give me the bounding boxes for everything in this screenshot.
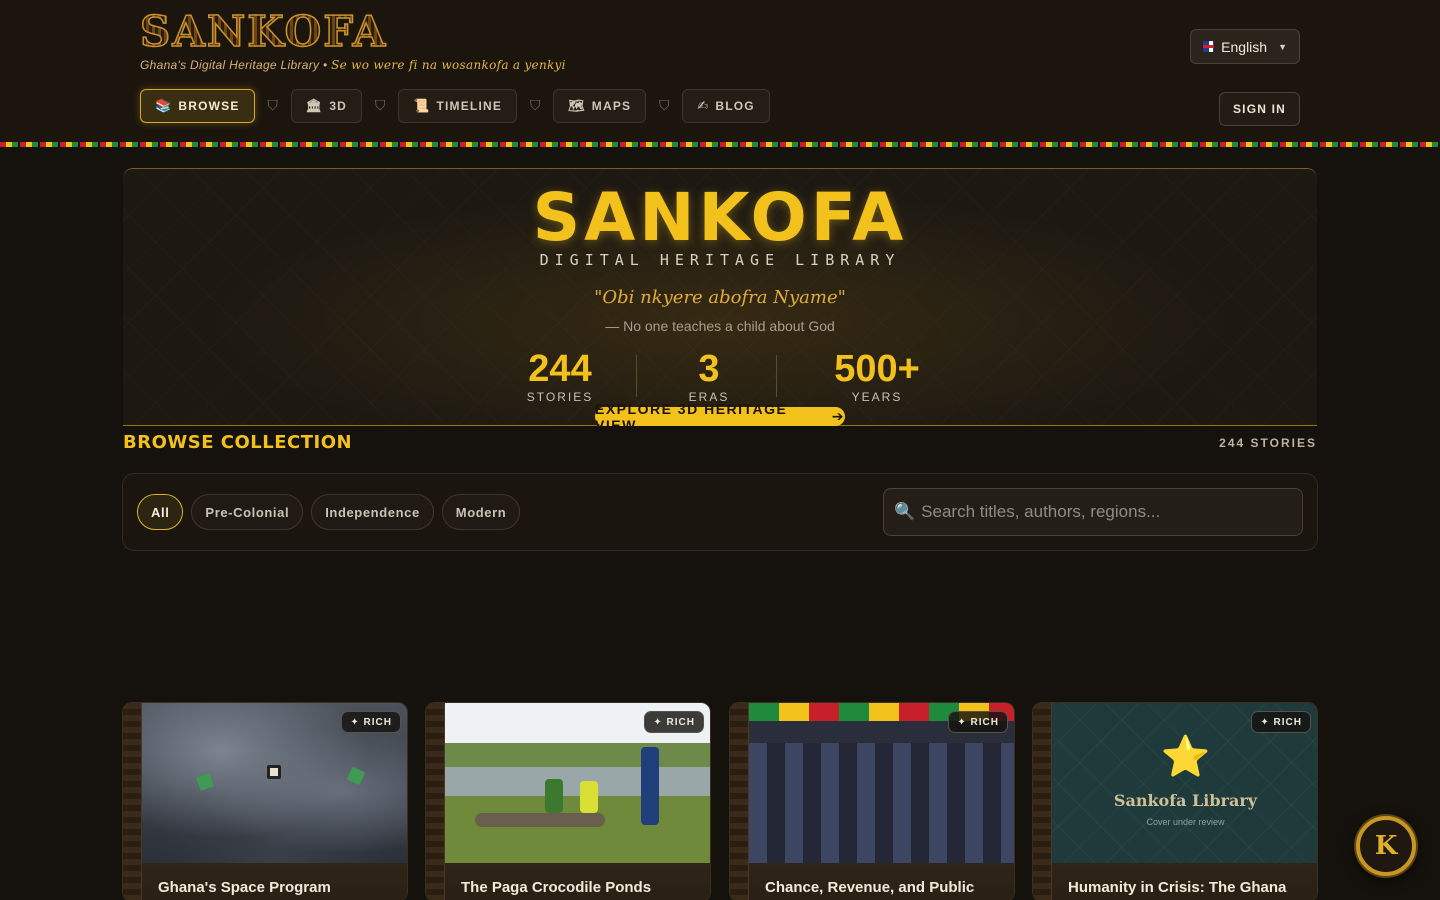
card-cover-image: ✦ RICH — [142, 703, 407, 863]
hero-title: SANKOFA — [532, 179, 908, 256]
nav-3d-label: 3D — [329, 98, 348, 113]
sign-in-button[interactable]: SIGN IN — [1219, 92, 1300, 126]
story-card[interactable]: ✦ RICH Ghana's Space Program — [122, 702, 408, 900]
card-cover-image: ✦ RICH — [749, 703, 1014, 863]
arrow-right-icon: ➔ — [831, 408, 845, 424]
stat-divider — [636, 355, 637, 397]
site-tagline: Ghana's Digital Heritage Library • Se wo… — [140, 58, 566, 72]
uk-flag-icon — [1203, 41, 1215, 52]
adinkra-separator-icon: ⛉ — [374, 97, 386, 113]
stat-label: YEARS — [851, 390, 903, 404]
filter-chip-independence[interactable]: Independence — [311, 494, 434, 530]
stat-value: 244 — [528, 348, 592, 390]
person-figure — [545, 779, 563, 813]
story-card[interactable]: ⭐ Sankofa Library Cover under review ✦ R… — [1032, 702, 1318, 900]
writing-hand-icon: ✍ — [697, 97, 710, 113]
cover-note: Cover under review — [1146, 817, 1225, 827]
officers-figures — [749, 743, 1014, 863]
book-spine — [426, 703, 445, 900]
tagline-proverb: Se wo were fi na wosankofa a yenkyi — [331, 58, 566, 72]
explore-3d-button[interactable]: EXPLORE 3D HERITAGE VIEW ➔ — [595, 401, 845, 433]
crocodile-shape — [475, 813, 605, 827]
filter-chip-all[interactable]: All — [137, 494, 184, 530]
person-figure — [580, 781, 598, 813]
card-title: Humanity in Crisis: The Ghana — [1068, 879, 1287, 896]
person-figure — [641, 747, 659, 825]
nav-blog-label: BLOG — [715, 98, 755, 113]
story-card[interactable]: ✦ RICH The Paga Crocodile Ponds — [425, 702, 711, 900]
museum-icon: 🏛 — [305, 97, 324, 113]
hero-stats: 244 STORIES 3 ERAS 500+ YEARS — [512, 349, 928, 404]
books-icon: 📚 — [155, 97, 173, 113]
hero-banner: SANKOFA DIGITAL HERITAGE LIBRARY "Obi nk… — [123, 168, 1317, 433]
hero-subtitle: DIGITAL HERITAGE LIBRARY — [539, 251, 901, 269]
nav-maps-label: MAPS — [591, 98, 632, 113]
card-title: The Paga Crocodile Ponds — [461, 879, 652, 896]
stat-divider — [776, 355, 777, 397]
site-logo[interactable]: SANKOFA — [139, 9, 566, 55]
hero-translation: — No one teaches a child about God — [605, 318, 835, 334]
chevron-down-icon: ▼ — [1278, 41, 1287, 52]
scroll-icon: 📜 — [413, 97, 431, 113]
rich-badge: ✦ RICH — [644, 711, 704, 733]
story-card[interactable]: ✦ RICH Chance, Revenue, and Public — [729, 702, 1015, 900]
adinkra-separator-icon: ⛉ — [659, 97, 670, 113]
book-spine — [1033, 703, 1052, 900]
nav-timeline-label: TIMELINE — [436, 98, 503, 113]
kente-divider — [0, 142, 1440, 147]
card-title: Ghana's Space Program — [158, 879, 331, 896]
card-title: Chance, Revenue, and Public — [765, 879, 975, 896]
nav-maps-button[interactable]: 🗺 MAPS — [553, 88, 647, 123]
stat-value: 3 — [698, 348, 720, 390]
nav-timeline-button[interactable]: 📜 TIMELINE — [398, 88, 518, 123]
stat-value: 500+ — [834, 348, 920, 390]
search-box: 🔍 — [883, 488, 1303, 536]
main-nav: 📚 BROWSE ⛉ 🏛 3D ⛉ 📜 TIMELINE ⛉ 🗺 MAPS ⛉ … — [140, 88, 770, 123]
tagline-text: Ghana's Digital Heritage Library • — [140, 58, 328, 72]
browse-section-title: BROWSE COLLECTION — [123, 432, 353, 453]
satellite-icon — [346, 766, 366, 786]
nav-blog-button[interactable]: ✍ BLOG — [682, 88, 770, 123]
book-spine — [123, 703, 142, 900]
satellite-icon — [196, 773, 214, 791]
rich-badge: ✦ RICH — [1251, 711, 1311, 733]
site-header: SANKOFA Ghana's Digital Heritage Library… — [0, 0, 1440, 142]
nav-browse-label: BROWSE — [178, 98, 240, 113]
nav-browse-button[interactable]: 📚 BROWSE — [140, 88, 255, 123]
map-icon: 🗺 — [568, 97, 586, 113]
era-filter-chips: All Pre-Colonial Independence Modern — [137, 494, 521, 530]
brand[interactable]: SANKOFA Ghana's Digital Heritage Library… — [139, 9, 566, 72]
story-count: 244 STORIES — [1219, 436, 1317, 450]
filter-bar: All Pre-Colonial Independence Modern 🔍 — [122, 473, 1318, 551]
explore-3d-label: EXPLORE 3D HERITAGE VIEW — [595, 400, 788, 433]
adinkra-separator-icon: ⛉ — [529, 97, 541, 113]
search-input[interactable] — [921, 502, 1292, 522]
language-selector[interactable]: English ▼ — [1190, 29, 1300, 64]
search-icon: 🔍 — [894, 502, 916, 521]
cover-title: Sankofa Library — [1113, 791, 1258, 810]
language-label: English — [1221, 38, 1268, 55]
card-cover-image: ✦ RICH — [445, 703, 710, 863]
rich-badge: ✦ RICH — [341, 711, 401, 733]
book-spine — [730, 703, 749, 900]
stat-stories: 244 STORIES — [512, 349, 608, 404]
rich-badge: ✦ RICH — [948, 711, 1008, 733]
floating-action-button[interactable]: K — [1356, 816, 1416, 876]
star-icon: ⭐ — [1160, 735, 1211, 779]
stat-eras: 3 ERAS — [672, 349, 746, 404]
hero-proverb: "Obi nkyere abofra Nyame" — [594, 287, 846, 308]
filter-chip-pre-colonial[interactable]: Pre-Colonial — [191, 494, 304, 530]
filter-chip-modern[interactable]: Modern — [441, 494, 521, 530]
card-cover-image: ⭐ Sankofa Library Cover under review ✦ R… — [1052, 703, 1317, 863]
adinkra-separator-icon: ⛉ — [267, 97, 278, 113]
stat-label: STORIES — [526, 390, 594, 404]
nav-3d-button[interactable]: 🏛 3D — [290, 88, 363, 123]
satellite-icon — [267, 765, 281, 779]
stat-years: 500+ YEARS — [822, 349, 932, 404]
